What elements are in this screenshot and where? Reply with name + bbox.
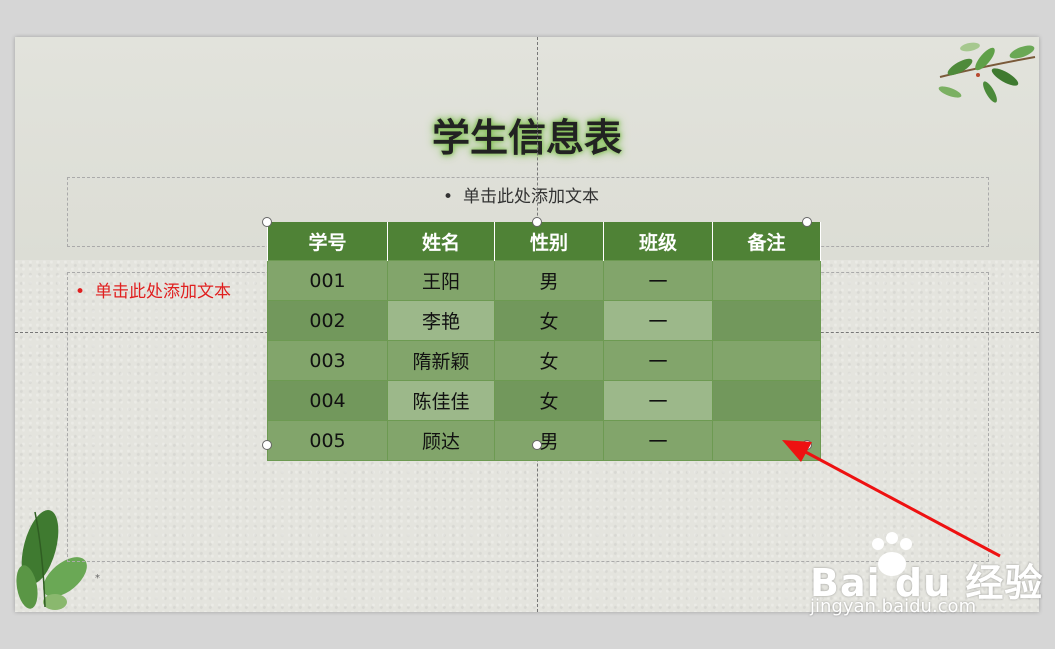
- watermark-url: jingyan.baidu.com: [810, 596, 977, 617]
